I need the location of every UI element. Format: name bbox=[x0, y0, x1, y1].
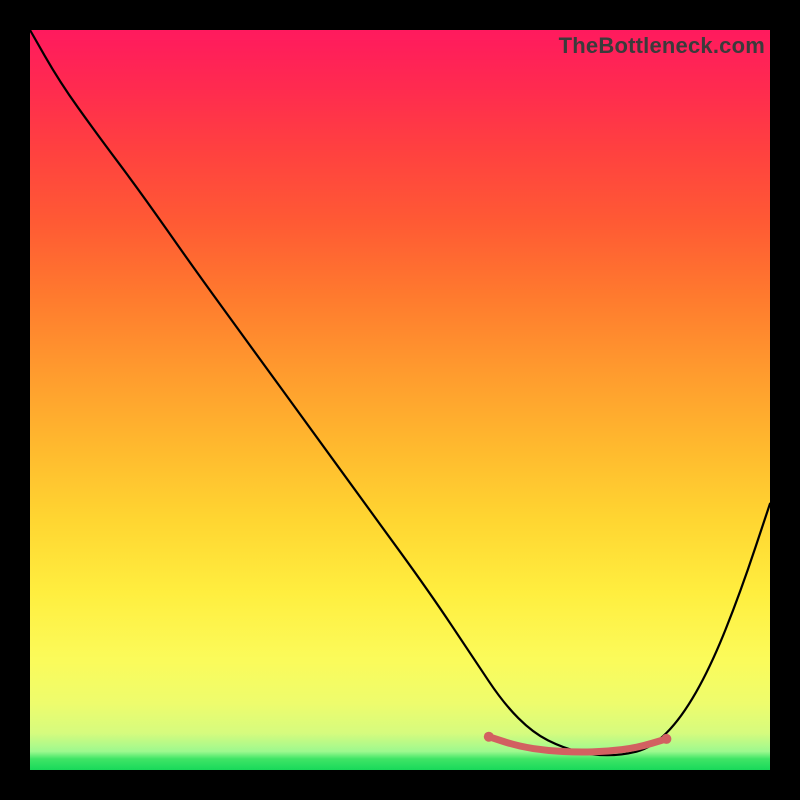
accent-end-right bbox=[661, 734, 671, 744]
plot-area: TheBottleneck.com bbox=[30, 30, 770, 770]
curve-layer bbox=[30, 30, 770, 770]
chart-frame: TheBottleneck.com bbox=[30, 30, 770, 770]
accent-segment bbox=[489, 737, 667, 752]
main-curve bbox=[30, 30, 770, 755]
accent-end-left bbox=[484, 732, 494, 742]
